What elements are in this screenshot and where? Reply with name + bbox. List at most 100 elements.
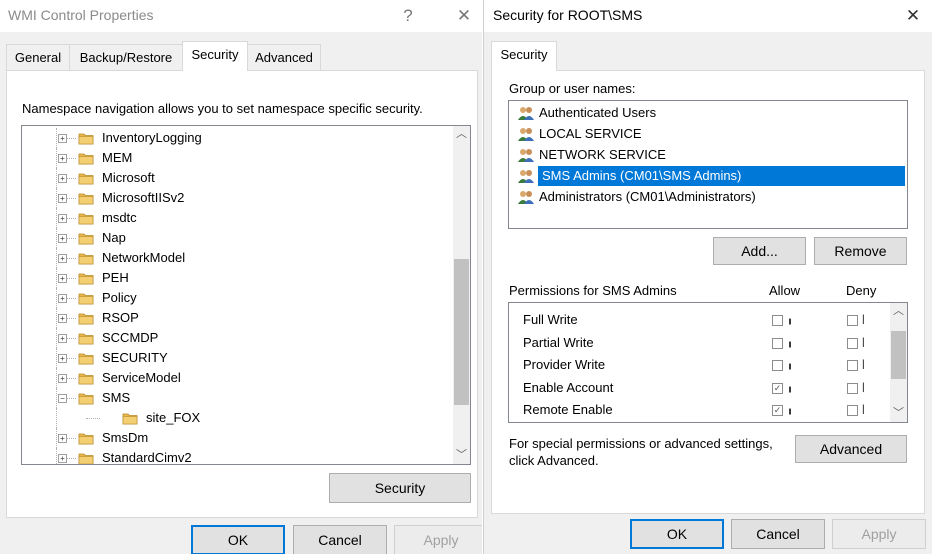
folder-icon xyxy=(78,253,94,265)
allow-checkbox[interactable]: ✓ xyxy=(772,405,783,416)
tree-item[interactable]: + SECURITY xyxy=(22,348,452,368)
expand-icon[interactable]: + xyxy=(58,454,67,463)
expand-icon[interactable]: + xyxy=(58,194,67,203)
tree-item[interactable]: + StandardCimv2 xyxy=(22,448,452,464)
deny-checkbox[interactable] xyxy=(847,360,858,371)
tree-item[interactable]: + SmsDm xyxy=(22,428,452,448)
expand-icon[interactable]: + xyxy=(58,174,67,183)
apply-button[interactable]: Apply xyxy=(832,519,926,549)
tab-advanced[interactable]: Advanced xyxy=(247,44,321,70)
tab-backup-restore[interactable]: Backup/Restore xyxy=(69,44,183,70)
tab-general[interactable]: General xyxy=(6,44,70,70)
cancel-button[interactable]: Cancel xyxy=(731,519,825,549)
tree-item[interactable]: + msdtc xyxy=(22,208,452,228)
folder-icon xyxy=(78,453,94,464)
user-list[interactable]: Authenticated Users LOCAL SERVICE NETWORK … xyxy=(508,100,908,229)
remove-button[interactable]: Remove xyxy=(814,237,907,265)
close-icon[interactable]: ✕ xyxy=(901,4,925,28)
tree-item-label: ServiceModel xyxy=(102,370,181,385)
expand-icon[interactable]: + xyxy=(58,274,67,283)
expand-icon[interactable]: + xyxy=(58,314,67,323)
scroll-down-icon[interactable]: ﹀ xyxy=(453,447,470,464)
tab-security[interactable]: Security xyxy=(182,41,248,71)
tree-item[interactable]: + NetworkModel xyxy=(22,248,452,268)
tree-item[interactable]: + MEM xyxy=(22,148,452,168)
tree-item[interactable]: + SCCMDP xyxy=(22,328,452,348)
user-group-icon xyxy=(518,149,534,162)
namespace-description: Namespace navigation allows you to set n… xyxy=(22,101,423,116)
deny-checkbox[interactable] xyxy=(847,337,858,349)
tree-item[interactable]: + Policy xyxy=(22,288,452,308)
deny-checkbox[interactable] xyxy=(847,382,858,394)
tree-item-label: SmsDm xyxy=(102,430,149,445)
close-icon[interactable]: ✕ xyxy=(452,4,476,28)
deny-checkbox[interactable] xyxy=(847,315,858,326)
permissions-scrollbar[interactable]: ︿ ﹀ xyxy=(890,303,907,422)
expand-icon[interactable]: + xyxy=(58,154,67,163)
scroll-thumb[interactable] xyxy=(891,331,906,379)
user-list-item[interactable]: LOCAL SERVICE xyxy=(514,124,905,144)
user-list-item[interactable]: Authenticated Users xyxy=(514,103,905,123)
tree-item[interactable]: + ServiceModel xyxy=(22,368,452,388)
scroll-down-icon[interactable]: ﹀ xyxy=(890,405,907,422)
deny-checkbox[interactable] xyxy=(847,405,858,416)
expand-icon[interactable]: + xyxy=(58,434,67,443)
scroll-thumb[interactable] xyxy=(454,259,469,405)
ok-button[interactable]: OK xyxy=(630,519,724,549)
tree-line xyxy=(66,278,76,279)
tree-line xyxy=(66,378,76,379)
allow-marker-icon: ╻ xyxy=(787,404,794,415)
tree-line xyxy=(66,178,76,179)
special-permissions-text-line1: For special permissions or advanced sett… xyxy=(509,436,773,451)
expand-icon[interactable]: + xyxy=(58,354,67,363)
allow-checkbox[interactable] xyxy=(772,337,783,349)
add-button[interactable]: Add... xyxy=(713,237,806,265)
scroll-up-icon[interactable]: ︿ xyxy=(890,303,907,320)
group-or-user-names-label: Group or user names: xyxy=(509,81,636,96)
allow-checkbox[interactable] xyxy=(772,315,783,326)
expand-icon[interactable]: + xyxy=(58,234,67,243)
tree-item-label: InventoryLogging xyxy=(102,130,202,145)
tree-scrollbar[interactable]: ︿ ﹀ xyxy=(453,126,470,464)
folder-icon xyxy=(78,393,94,405)
expand-icon[interactable]: + xyxy=(58,374,67,383)
tree-item[interactable]: + MicrosoftIISv2 xyxy=(22,188,452,208)
tree-item-label: PEH xyxy=(102,270,129,285)
namespace-tree[interactable]: + InventoryLogging + MEM + Microsoft + Microsof… xyxy=(21,125,471,465)
folder-icon xyxy=(78,313,94,325)
tree-item[interactable]: + Nap xyxy=(22,228,452,248)
user-list-item[interactable]: Administrators (CM01\Administrators) xyxy=(514,187,905,207)
tree-item[interactable]: + Microsoft xyxy=(22,168,452,188)
expand-icon[interactable]: + xyxy=(58,214,67,223)
scroll-up-icon[interactable]: ︿ xyxy=(453,126,470,143)
user-list-item[interactable]: SMS Admins (CM01\SMS Admins) xyxy=(514,166,905,186)
tree-item-label: RSOP xyxy=(102,310,139,325)
allow-checkbox[interactable] xyxy=(772,360,783,371)
apply-button[interactable]: Apply xyxy=(394,525,482,554)
tree-item[interactable]: site_FOX xyxy=(22,408,452,428)
user-group-icon xyxy=(518,128,534,141)
security-button[interactable]: Security xyxy=(329,473,471,503)
tree-item[interactable]: + RSOP xyxy=(22,308,452,328)
tree-item[interactable]: + InventoryLogging xyxy=(22,128,452,148)
expand-icon[interactable]: + xyxy=(58,254,67,263)
allow-checkbox[interactable]: ✓ xyxy=(772,382,783,394)
cancel-button[interactable]: Cancel xyxy=(293,525,387,554)
user-list-item[interactable]: NETWORK SERVICE xyxy=(514,145,905,165)
deny-header: Deny xyxy=(846,283,877,298)
folder-icon xyxy=(78,173,94,185)
expand-icon[interactable]: + xyxy=(58,334,67,343)
collapse-icon[interactable]: − xyxy=(58,394,67,403)
tree-item[interactable]: − SMS xyxy=(22,388,452,408)
wmi-control-properties-window: WMI Control Properties ? ✕ General Backu… xyxy=(0,0,482,554)
tab-security[interactable]: Security xyxy=(491,41,557,71)
allow-marker-icon: ╻ xyxy=(787,336,794,348)
help-icon[interactable]: ? xyxy=(396,4,420,28)
expand-icon[interactable]: + xyxy=(58,134,67,143)
permissions-list[interactable]: Full Write ╻ | Partial Write ╻ | Provider Writ… xyxy=(508,302,908,423)
advanced-button[interactable]: Advanced xyxy=(795,435,907,463)
tree-item[interactable]: + PEH xyxy=(22,268,452,288)
folder-icon xyxy=(78,333,94,345)
ok-button[interactable]: OK xyxy=(191,525,285,554)
expand-icon[interactable]: + xyxy=(58,294,67,303)
